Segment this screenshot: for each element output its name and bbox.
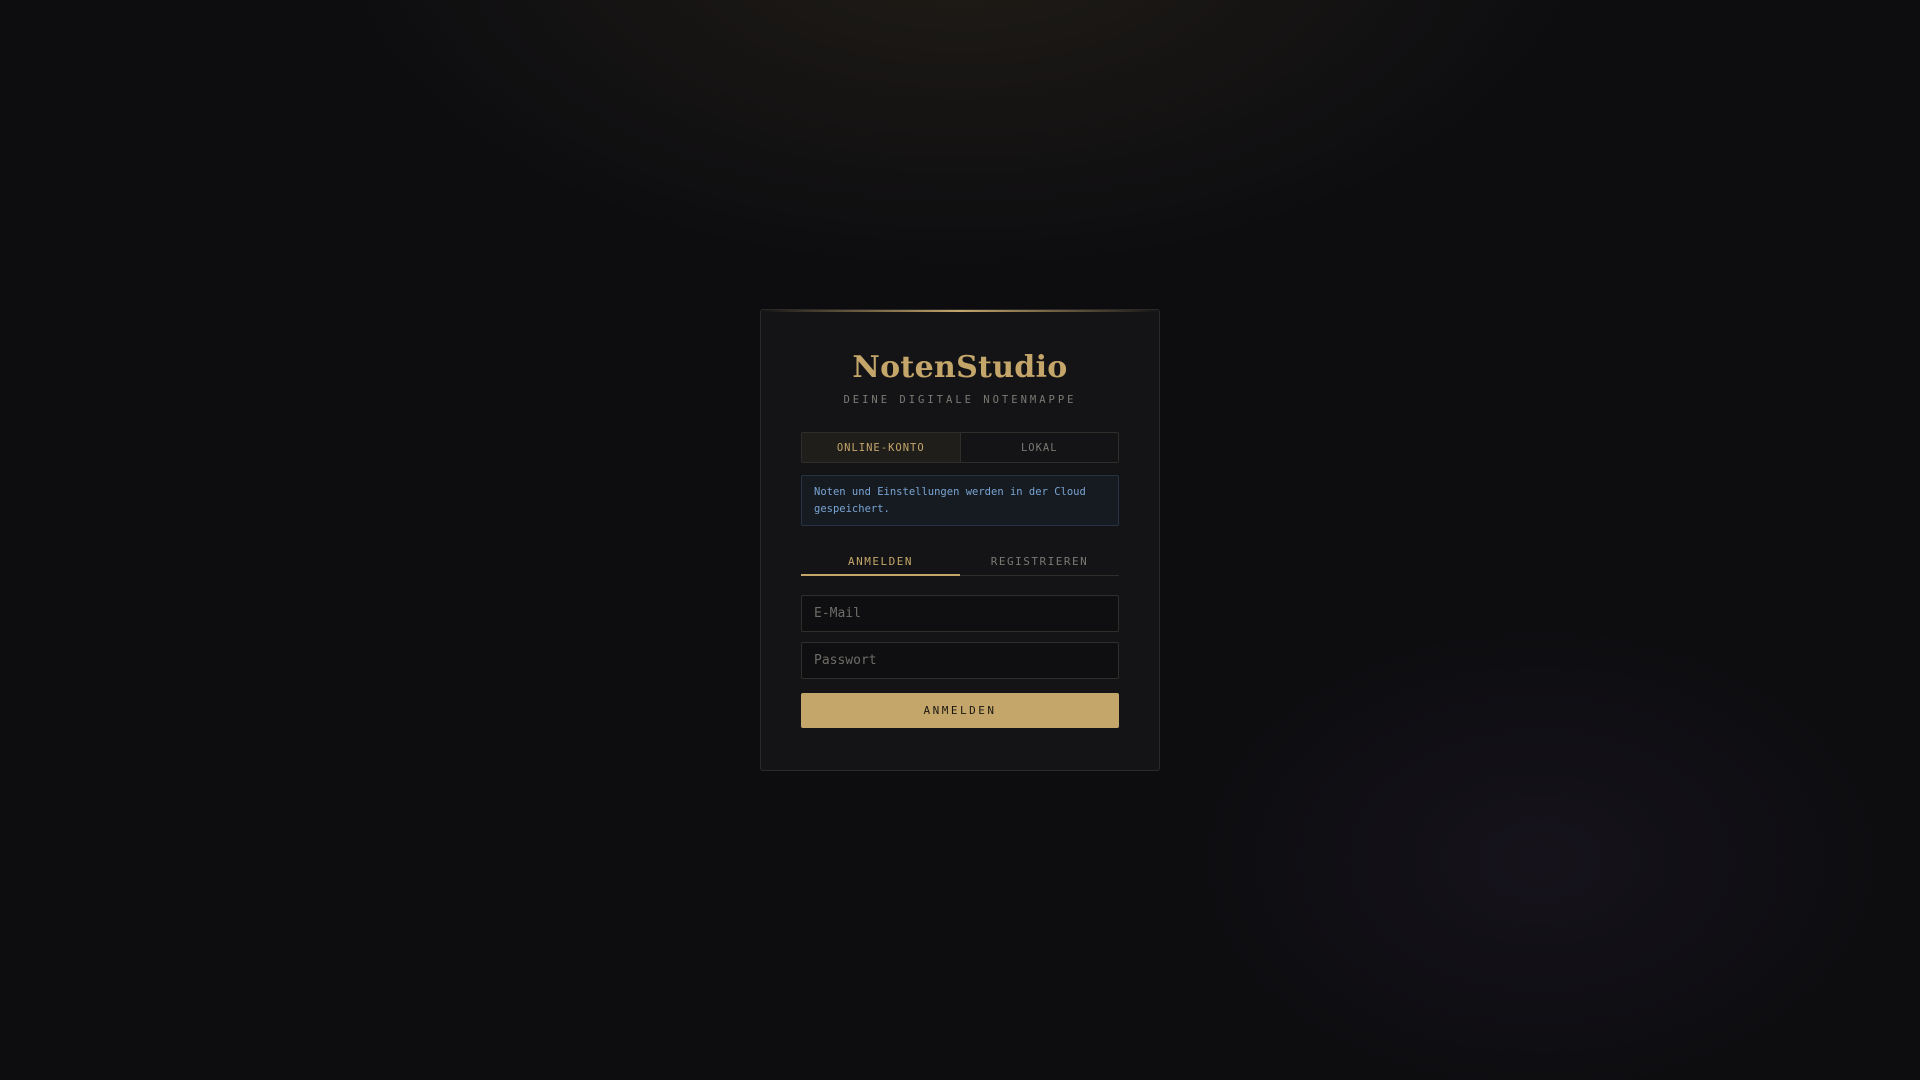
card-accent-line (761, 310, 1159, 312)
password-field[interactable] (801, 642, 1119, 679)
app-subtitle: DEINE DIGITALE NOTENMAPPE (843, 394, 1077, 406)
storage-mode-toggle: ONLINE-KONTO LOKAL (801, 432, 1119, 463)
tab-register[interactable]: REGISTRIEREN (960, 547, 1119, 575)
tab-login[interactable]: ANMELDEN (801, 547, 960, 576)
auth-tabs: ANMELDEN REGISTRIEREN (801, 547, 1119, 576)
mode-online-account-button[interactable]: ONLINE-KONTO (802, 433, 961, 462)
login-submit-button[interactable]: ANMELDEN (801, 693, 1119, 728)
login-card: NotenStudio DEINE DIGITALE NOTENMAPPE ON… (760, 309, 1160, 771)
mode-local-button[interactable]: LOKAL (960, 433, 1118, 462)
email-field[interactable] (801, 595, 1119, 632)
storage-info-message: Noten und Einstellungen werden in der Cl… (801, 475, 1119, 526)
app-title: NotenStudio (852, 350, 1068, 385)
